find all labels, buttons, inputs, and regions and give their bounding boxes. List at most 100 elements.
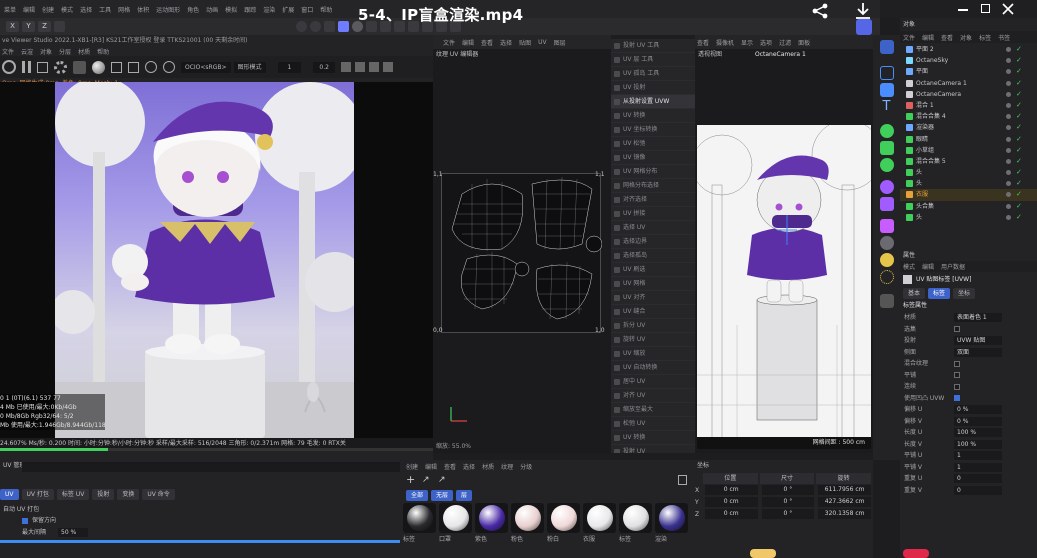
coordinates-header[interactable]: 尺寸 [759, 472, 815, 484]
visibility-dot-icon[interactable] [1006, 80, 1011, 86]
light-icon[interactable] [879, 253, 894, 267]
attributes-tab[interactable]: 坐标 [953, 288, 976, 299]
menu-item[interactable]: 角色 [187, 5, 199, 14]
uv-editor-menu-item[interactable]: 选择 [500, 38, 512, 47]
object-manager-menu-item[interactable]: 书签 [998, 33, 1010, 42]
live-viewer-menu-item[interactable]: 帮助 [97, 47, 109, 56]
attribute-checkbox[interactable] [954, 326, 960, 333]
enabled-check-icon[interactable]: ✓ [1016, 101, 1023, 109]
enabled-check-icon[interactable]: ✓ [1016, 202, 1023, 210]
object-row[interactable]: 渲染器 ✓ [900, 122, 1037, 133]
pause-icon[interactable] [22, 61, 31, 73]
coordinate-size-field[interactable]: 320.1358 cm [818, 509, 872, 519]
uv-command-item[interactable]: UV 投射 [611, 81, 695, 95]
camera-view-menu-item[interactable]: 过滤 [779, 38, 791, 47]
material-swatch[interactable] [547, 503, 580, 533]
enabled-check-icon[interactable]: ✓ [1016, 46, 1023, 53]
uv-command-item[interactable]: UV 刷选 [611, 263, 695, 277]
render-active-icon[interactable] [338, 21, 349, 32]
material-menu-item[interactable]: 纹理 [501, 462, 513, 471]
object-manager-menu-item[interactable]: 查看 [941, 33, 953, 42]
axis-y-button[interactable]: Y [22, 21, 35, 32]
menu-item[interactable]: 窗口 [301, 5, 313, 14]
object-row[interactable]: 小草组 ✓ [900, 145, 1037, 156]
material-filter[interactable]: 全部 [406, 489, 429, 501]
attribute-value[interactable]: 0 % [954, 416, 1002, 426]
uv-command-item[interactable]: UV 对齐 [611, 291, 695, 305]
attribute-checkbox[interactable] [954, 383, 960, 390]
enabled-check-icon[interactable]: ✓ [1016, 90, 1023, 98]
minimize-icon[interactable] [958, 9, 968, 11]
visibility-dot-icon[interactable] [1006, 214, 1011, 220]
object-row[interactable]: 混合 1 ✓ [900, 100, 1037, 111]
attributes-menu-item[interactable]: 编辑 [922, 262, 934, 271]
uv-command-item[interactable]: 对齐选择 [611, 193, 695, 207]
uv-editor-menu-item[interactable]: 文件 [443, 38, 455, 47]
uv-manager-tab[interactable]: 投射 [92, 488, 115, 500]
attribute-value[interactable]: 0 [954, 485, 1002, 495]
attribute-value[interactable]: 100 % [954, 428, 1002, 438]
visibility-dot-icon[interactable] [1006, 58, 1011, 64]
material-swatch[interactable] [403, 503, 436, 533]
material-swatch[interactable] [511, 503, 544, 533]
spline-icon[interactable] [879, 124, 894, 138]
coordinate-rot-field[interactable]: 0 ° [761, 485, 815, 495]
cloud-render-icon[interactable] [856, 19, 872, 35]
uv-manager-search[interactable] [22, 462, 400, 472]
uv-manager-tab[interactable]: UV 命令 [142, 488, 175, 500]
attribute-value[interactable]: 0 [954, 474, 1002, 484]
uv-command-item[interactable]: UV 镜像 [611, 151, 695, 165]
material-swatch[interactable] [439, 503, 472, 533]
visibility-dot-icon[interactable] [1006, 192, 1011, 198]
ocio-select[interactable]: OCIO<sRGB> [181, 61, 231, 73]
text-icon[interactable]: T [880, 100, 894, 114]
region-render-icon[interactable] [111, 61, 122, 73]
focus-icon[interactable] [128, 61, 139, 73]
uv-manager-tab[interactable]: 变换 [117, 488, 140, 500]
object-row[interactable]: 平面 ✓ [900, 66, 1037, 77]
coordinate-pos-field[interactable]: 0 cm [704, 497, 758, 507]
display-mode-select[interactable]: 图形模式 [233, 61, 266, 73]
keep-orientation-checkbox[interactable] [22, 517, 28, 524]
enabled-check-icon[interactable]: ✓ [1016, 213, 1023, 221]
attribute-checkbox[interactable] [954, 395, 960, 402]
menu-item[interactable]: 模式 [61, 5, 73, 14]
uv-command-item[interactable]: UV 网格 [611, 277, 695, 291]
field-icon[interactable] [879, 197, 894, 211]
menu-item[interactable]: 模拟 [225, 5, 237, 14]
visibility-dot-icon[interactable] [1006, 114, 1011, 120]
menu-item[interactable]: 创建 [42, 5, 54, 14]
coordinate-rot-field[interactable]: 0 ° [761, 497, 815, 507]
uv-command-item[interactable]: UV 拼接 [611, 207, 695, 221]
uv-command-item[interactable]: 对齐 UV [611, 389, 695, 403]
render-view-icon[interactable] [324, 21, 335, 32]
enabled-check-icon[interactable]: ✓ [1016, 180, 1023, 187]
object-manager-menu-item[interactable]: 编辑 [922, 33, 934, 42]
coordinate-pos-field[interactable]: 0 cm [704, 485, 758, 495]
uv-command-item[interactable]: 居中 UV [611, 375, 695, 389]
uv-manager-tab[interactable]: UV 打包 [21, 488, 54, 500]
axis-x-button[interactable]: X [6, 21, 19, 32]
enabled-check-icon[interactable]: ✓ [1016, 113, 1023, 120]
object-manager-menu-item[interactable]: 对象 [960, 33, 972, 42]
uv-command-item[interactable]: UV 自动转换 [611, 361, 695, 375]
visibility-dot-icon[interactable] [1006, 147, 1011, 153]
menu-item[interactable]: 帮助 [320, 5, 332, 14]
enabled-check-icon[interactable]: ✓ [1016, 191, 1023, 198]
uv-command-item[interactable]: UV 坐标转换 [611, 123, 695, 137]
menu-item[interactable]: 动画 [206, 5, 218, 14]
attribute-value[interactable]: 1 [954, 462, 1002, 472]
uv-command-item[interactable]: 拆分 UV [611, 319, 695, 333]
uv-command-item[interactable]: UV 缩放 [611, 347, 695, 361]
record-button[interactable] [903, 549, 929, 558]
max-gap-input[interactable]: 50 % [58, 528, 88, 537]
object-row[interactable]: 平面 2 ✓ [900, 44, 1037, 55]
live-viewer-menu-item[interactable]: 文件 [2, 47, 14, 56]
axis-z-button[interactable]: Z [38, 21, 51, 32]
material-filter[interactable]: 无层 [431, 489, 454, 501]
material-swatch[interactable] [619, 503, 652, 533]
uv-command-item[interactable]: UV 缝合 [611, 305, 695, 319]
undo-icon[interactable] [296, 21, 307, 32]
download-icon[interactable] [854, 1, 872, 21]
coord-system-button[interactable] [54, 21, 65, 32]
